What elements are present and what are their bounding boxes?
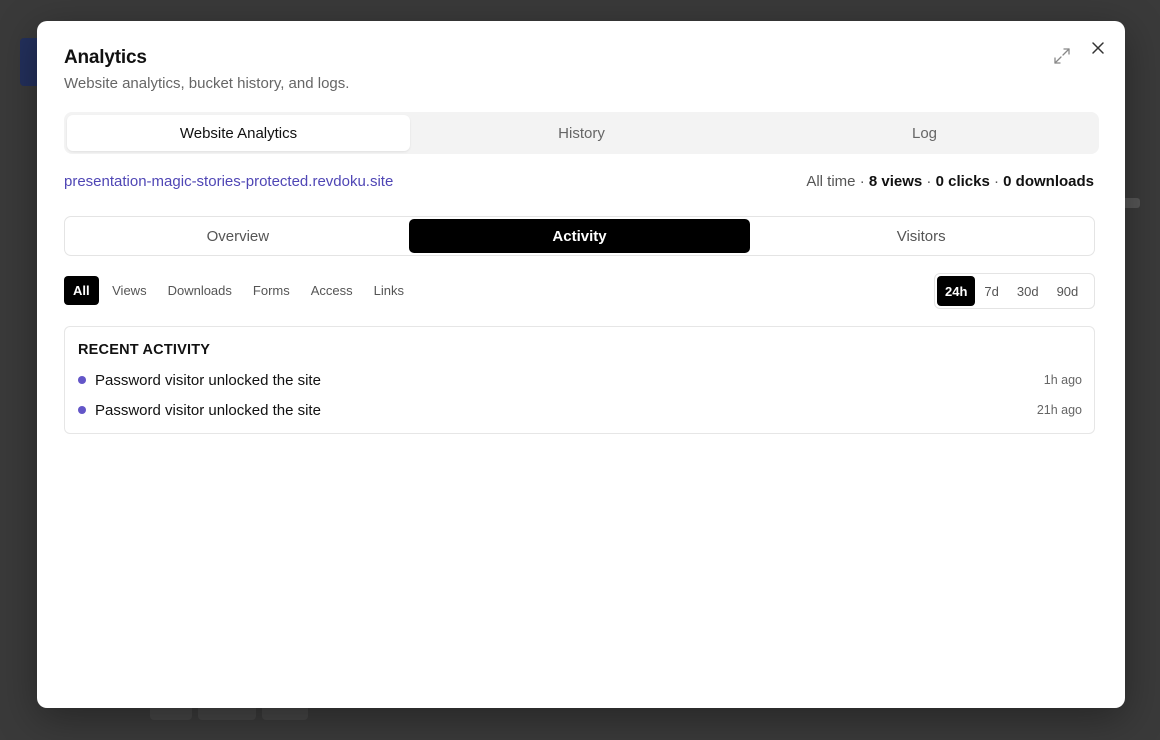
activity-time: 1h ago [1043, 373, 1082, 387]
tab-history[interactable]: History [410, 115, 753, 151]
range-30d[interactable]: 30d [1008, 276, 1048, 306]
range-7d[interactable]: 7d [975, 276, 1007, 306]
close-icon[interactable] [1090, 40, 1106, 56]
site-stats: All time · 8 views · 0 clicks · 0 downlo… [806, 173, 1094, 190]
recent-activity-heading: RECENT ACTIVITY [78, 342, 211, 358]
filter-access[interactable]: Access [300, 276, 363, 305]
range-90d[interactable]: 90d [1048, 276, 1088, 306]
tab-log[interactable]: Log [753, 115, 1096, 151]
range-24h[interactable]: 24h [937, 276, 976, 306]
expand-icon[interactable] [1053, 47, 1071, 65]
filter-views[interactable]: Views [102, 276, 157, 305]
filter-forms[interactable]: Forms [242, 276, 300, 305]
activity-text: Password visitor unlocked the site [95, 401, 321, 419]
tab-activity[interactable]: Activity [408, 219, 751, 253]
filter-links[interactable]: Links [363, 276, 414, 305]
analytics-modal: Analytics Website analytics, bucket hist… [37, 21, 1125, 708]
site-url-link[interactable]: presentation-magic-stories-protected.rev… [64, 173, 393, 190]
modal-subtitle: Website analytics, bucket history, and l… [64, 75, 350, 92]
stats-clicks: 0 clicks [935, 173, 990, 190]
stats-downloads: 0 downloads [1003, 173, 1094, 190]
modal-title: Analytics [64, 47, 147, 68]
stats-period: All time [806, 173, 856, 190]
main-tabs: Website Analytics History Log [64, 112, 1099, 154]
sub-tabs: Overview Activity Visitors [64, 216, 1095, 256]
time-range-selector: 24h 7d 30d 90d [934, 273, 1095, 309]
activity-item: Password visitor unlocked the site 1h ag… [78, 370, 1082, 390]
stats-views: 8 views [868, 173, 923, 190]
activity-dot-icon [78, 376, 86, 384]
activity-filters: All Views Downloads Forms Access Links [64, 276, 415, 305]
tab-website-analytics[interactable]: Website Analytics [67, 115, 410, 151]
activity-item: Password visitor unlocked the site 21h a… [78, 400, 1082, 420]
activity-text: Password visitor unlocked the site [95, 371, 321, 389]
activity-dot-icon [78, 406, 86, 414]
tab-visitors[interactable]: Visitors [750, 219, 1092, 253]
recent-activity-panel: RECENT ACTIVITY Password visitor unlocke… [64, 326, 1095, 434]
filter-downloads[interactable]: Downloads [157, 276, 242, 305]
tab-overview[interactable]: Overview [67, 219, 409, 253]
activity-time: 21h ago [1036, 403, 1082, 417]
filter-all[interactable]: All [64, 276, 99, 305]
